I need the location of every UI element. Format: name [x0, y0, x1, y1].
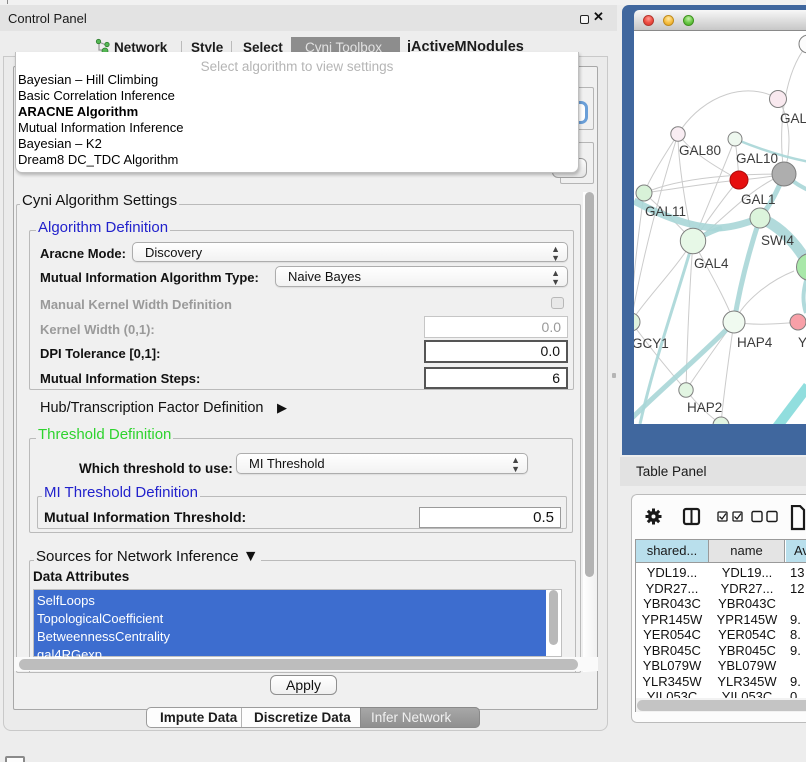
- svg-text:SWI4: SWI4: [761, 233, 794, 248]
- svg-text:HAP2: HAP2: [687, 400, 722, 415]
- svg-text:GAL10: GAL10: [736, 151, 778, 166]
- svg-text:GAL1: GAL1: [741, 192, 776, 207]
- svg-text:GAL: GAL: [780, 111, 806, 126]
- svg-text:GCY1: GCY1: [634, 336, 669, 351]
- svg-text:GAL4: GAL4: [694, 256, 729, 271]
- svg-text:GAL80: GAL80: [679, 143, 721, 158]
- svg-text:Y: Y: [798, 335, 806, 350]
- svg-text:GAL11: GAL11: [645, 204, 686, 219]
- svg-text:HAP4: HAP4: [737, 335, 773, 350]
